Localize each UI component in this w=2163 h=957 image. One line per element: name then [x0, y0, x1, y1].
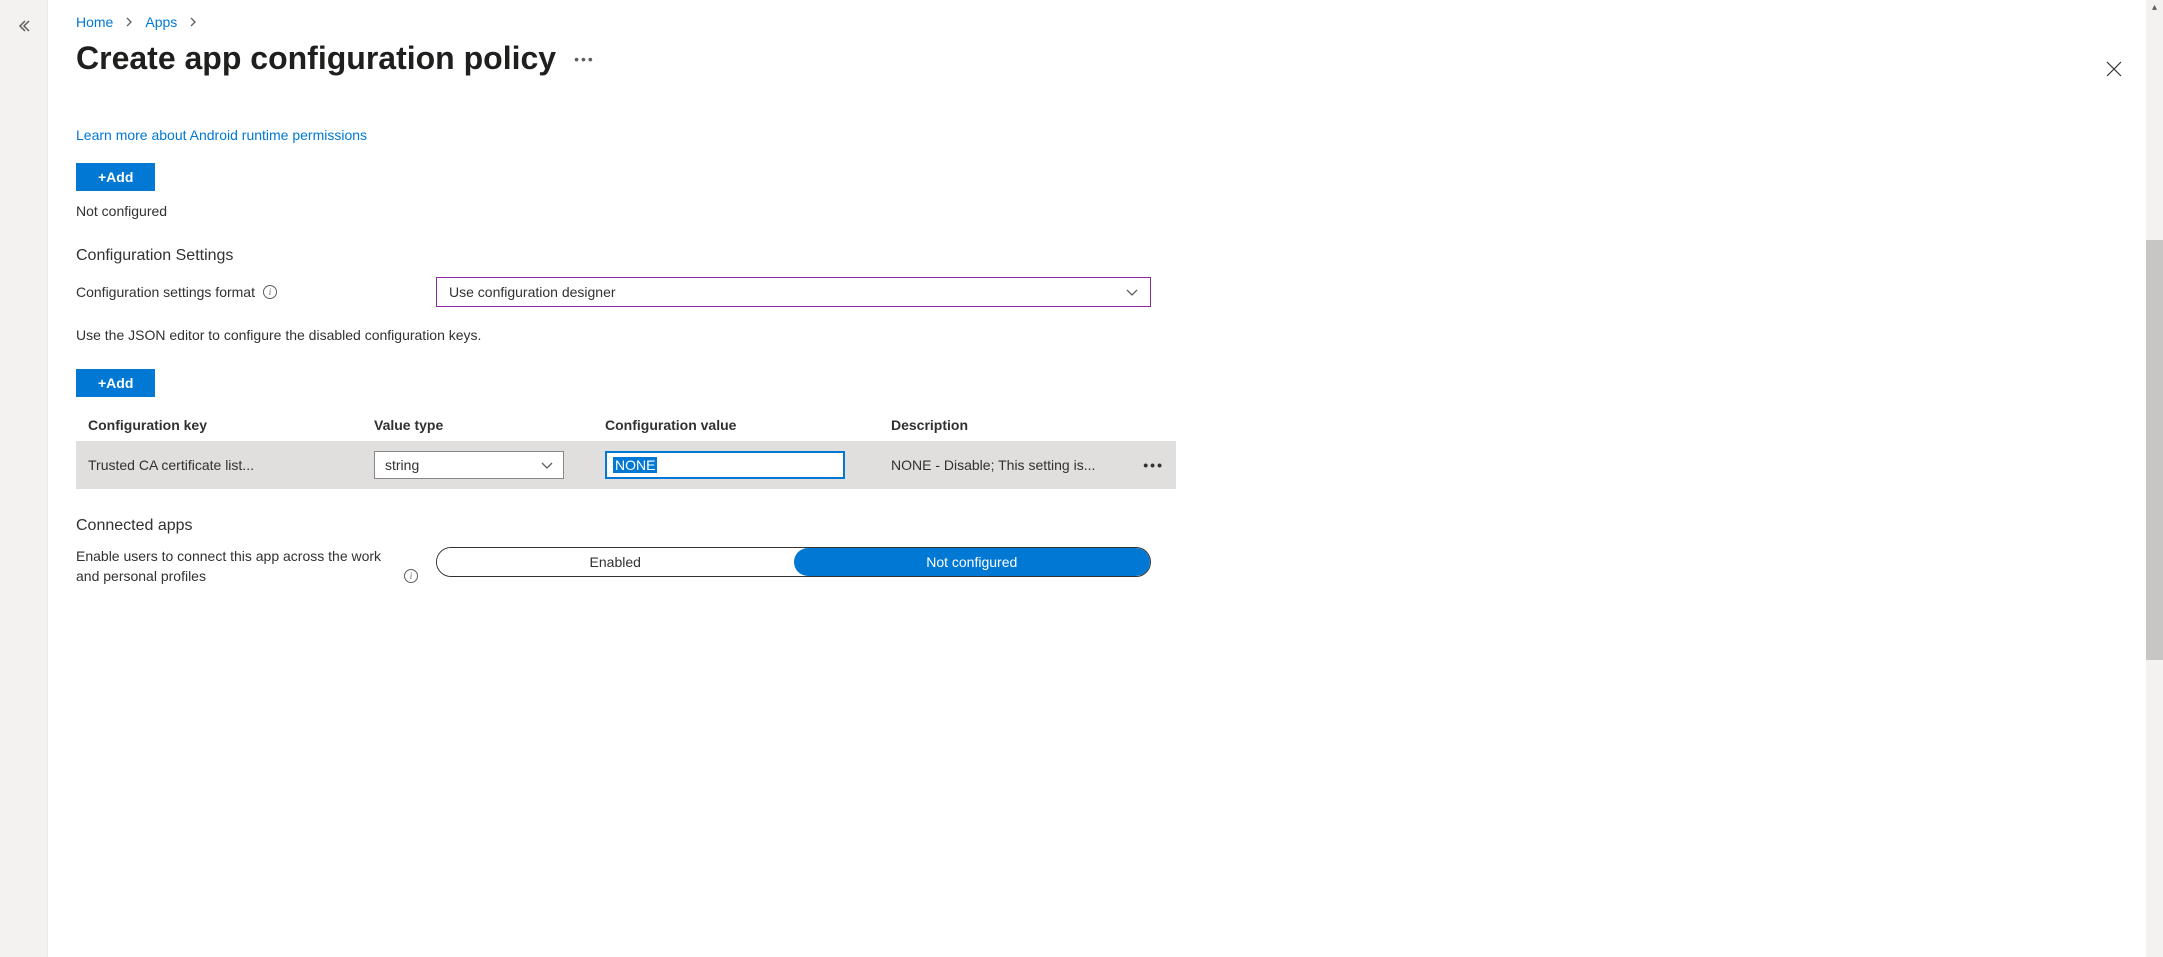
cell-description: NONE - Disable; This setting is...	[879, 441, 1131, 489]
breadcrumb-home[interactable]: Home	[76, 14, 113, 30]
connected-apps-label: Enable users to connect this app across …	[76, 547, 436, 586]
config-value-text: NONE	[613, 457, 657, 473]
value-type-text: string	[385, 457, 419, 473]
connected-apps-toggle: Enabled Not configured	[436, 547, 1151, 577]
scrollbar-thumb[interactable]	[2146, 240, 2163, 660]
col-description: Description	[879, 409, 1131, 441]
close-button[interactable]	[2105, 60, 2123, 81]
config-settings-heading: Configuration Settings	[76, 247, 1176, 265]
col-config-key: Configuration key	[76, 409, 362, 441]
col-config-value: Configuration value	[593, 409, 879, 441]
config-keys-table: Configuration key Value type Configurati…	[76, 409, 1176, 489]
add-permission-button[interactable]: +Add	[76, 163, 155, 191]
main-panel: Home Apps Create app configuration polic…	[48, 0, 2163, 957]
connected-apps-row: Enable users to connect this app across …	[76, 547, 1176, 586]
content-area: Learn more about Android runtime permiss…	[76, 127, 1176, 586]
config-helper-text: Use the JSON editor to configure the dis…	[76, 327, 1176, 343]
page-title: Create app configuration policy	[76, 40, 556, 77]
add-config-key-button[interactable]: +Add	[76, 369, 155, 397]
config-format-label: Configuration settings format i	[76, 284, 436, 300]
toggle-not-configured[interactable]: Not configured	[794, 548, 1151, 576]
connected-apps-heading: Connected apps	[76, 517, 1176, 535]
permissions-status: Not configured	[76, 203, 1176, 219]
chevron-down-icon	[1126, 284, 1138, 300]
info-icon[interactable]: i	[263, 285, 277, 299]
config-format-value: Use configuration designer	[449, 284, 616, 300]
value-type-select[interactable]: string	[374, 451, 564, 479]
row-more-actions-icon[interactable]: •••	[1143, 457, 1164, 473]
chevron-right-icon	[125, 14, 133, 30]
vertical-scrollbar[interactable]: ▴	[2146, 0, 2163, 957]
connected-apps-label-text: Enable users to connect this app across …	[76, 547, 396, 586]
cell-value-type: string	[362, 441, 593, 489]
info-icon[interactable]: i	[404, 569, 418, 583]
collapse-sidebar-icon[interactable]	[16, 18, 32, 957]
breadcrumb: Home Apps	[76, 14, 2135, 30]
config-format-dropdown[interactable]: Use configuration designer	[436, 277, 1151, 307]
more-actions-icon[interactable]: •••	[574, 51, 595, 67]
config-value-input[interactable]: NONE	[605, 451, 845, 479]
col-value-type: Value type	[362, 409, 593, 441]
col-actions	[1131, 409, 1176, 441]
config-format-label-text: Configuration settings format	[76, 284, 255, 300]
cell-config-key: Trusted CA certificate list...	[76, 441, 362, 489]
cell-actions: •••	[1131, 441, 1176, 489]
breadcrumb-apps[interactable]: Apps	[145, 14, 177, 30]
chevron-down-icon	[541, 457, 553, 473]
table-header-row: Configuration key Value type Configurati…	[76, 409, 1176, 441]
cell-config-value: NONE	[593, 441, 879, 489]
config-format-row: Configuration settings format i Use conf…	[76, 277, 1176, 307]
chevron-right-icon	[189, 14, 197, 30]
learn-more-link[interactable]: Learn more about Android runtime permiss…	[76, 127, 367, 143]
toggle-enabled[interactable]: Enabled	[437, 548, 794, 576]
sidebar-rail	[0, 0, 48, 957]
table-row: Trusted CA certificate list... string NO…	[76, 441, 1176, 489]
scroll-up-arrow-icon[interactable]: ▴	[2146, 2, 2163, 13]
title-row: Create app configuration policy •••	[76, 40, 2135, 77]
